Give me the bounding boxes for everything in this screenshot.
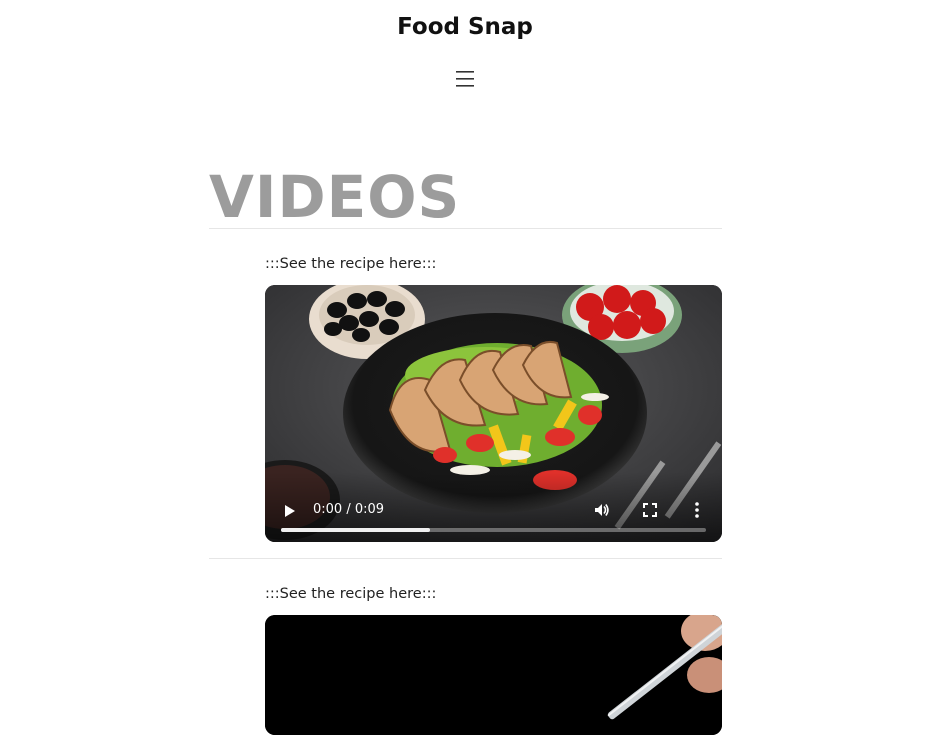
video-controls: 0:00 / 0:09 xyxy=(265,472,722,542)
play-icon[interactable] xyxy=(283,503,297,519)
recipe-link[interactable]: :::See the recipe here::: xyxy=(265,256,436,272)
time-display: 0:00 / 0:09 xyxy=(313,502,385,517)
video-player[interactable]: 0:00 / 0:09 xyxy=(265,285,722,542)
video-progress-bar[interactable] xyxy=(281,528,706,532)
site-header: Food Snap xyxy=(0,0,946,120)
hamburger-menu-icon[interactable] xyxy=(454,66,476,92)
volume-icon[interactable] xyxy=(593,501,611,519)
section-divider xyxy=(209,228,722,229)
recipe-link[interactable]: :::See the recipe here::: xyxy=(265,586,436,602)
section-divider xyxy=(209,558,722,559)
video-buffered-fill xyxy=(281,528,430,532)
site-title[interactable]: Food Snap xyxy=(0,14,930,40)
fullscreen-icon[interactable] xyxy=(642,502,658,518)
more-options-icon[interactable] xyxy=(693,501,701,519)
video-thumbnail-fork xyxy=(265,615,722,735)
page-title: VIDEOS xyxy=(209,163,461,231)
video-player[interactable] xyxy=(265,615,722,735)
